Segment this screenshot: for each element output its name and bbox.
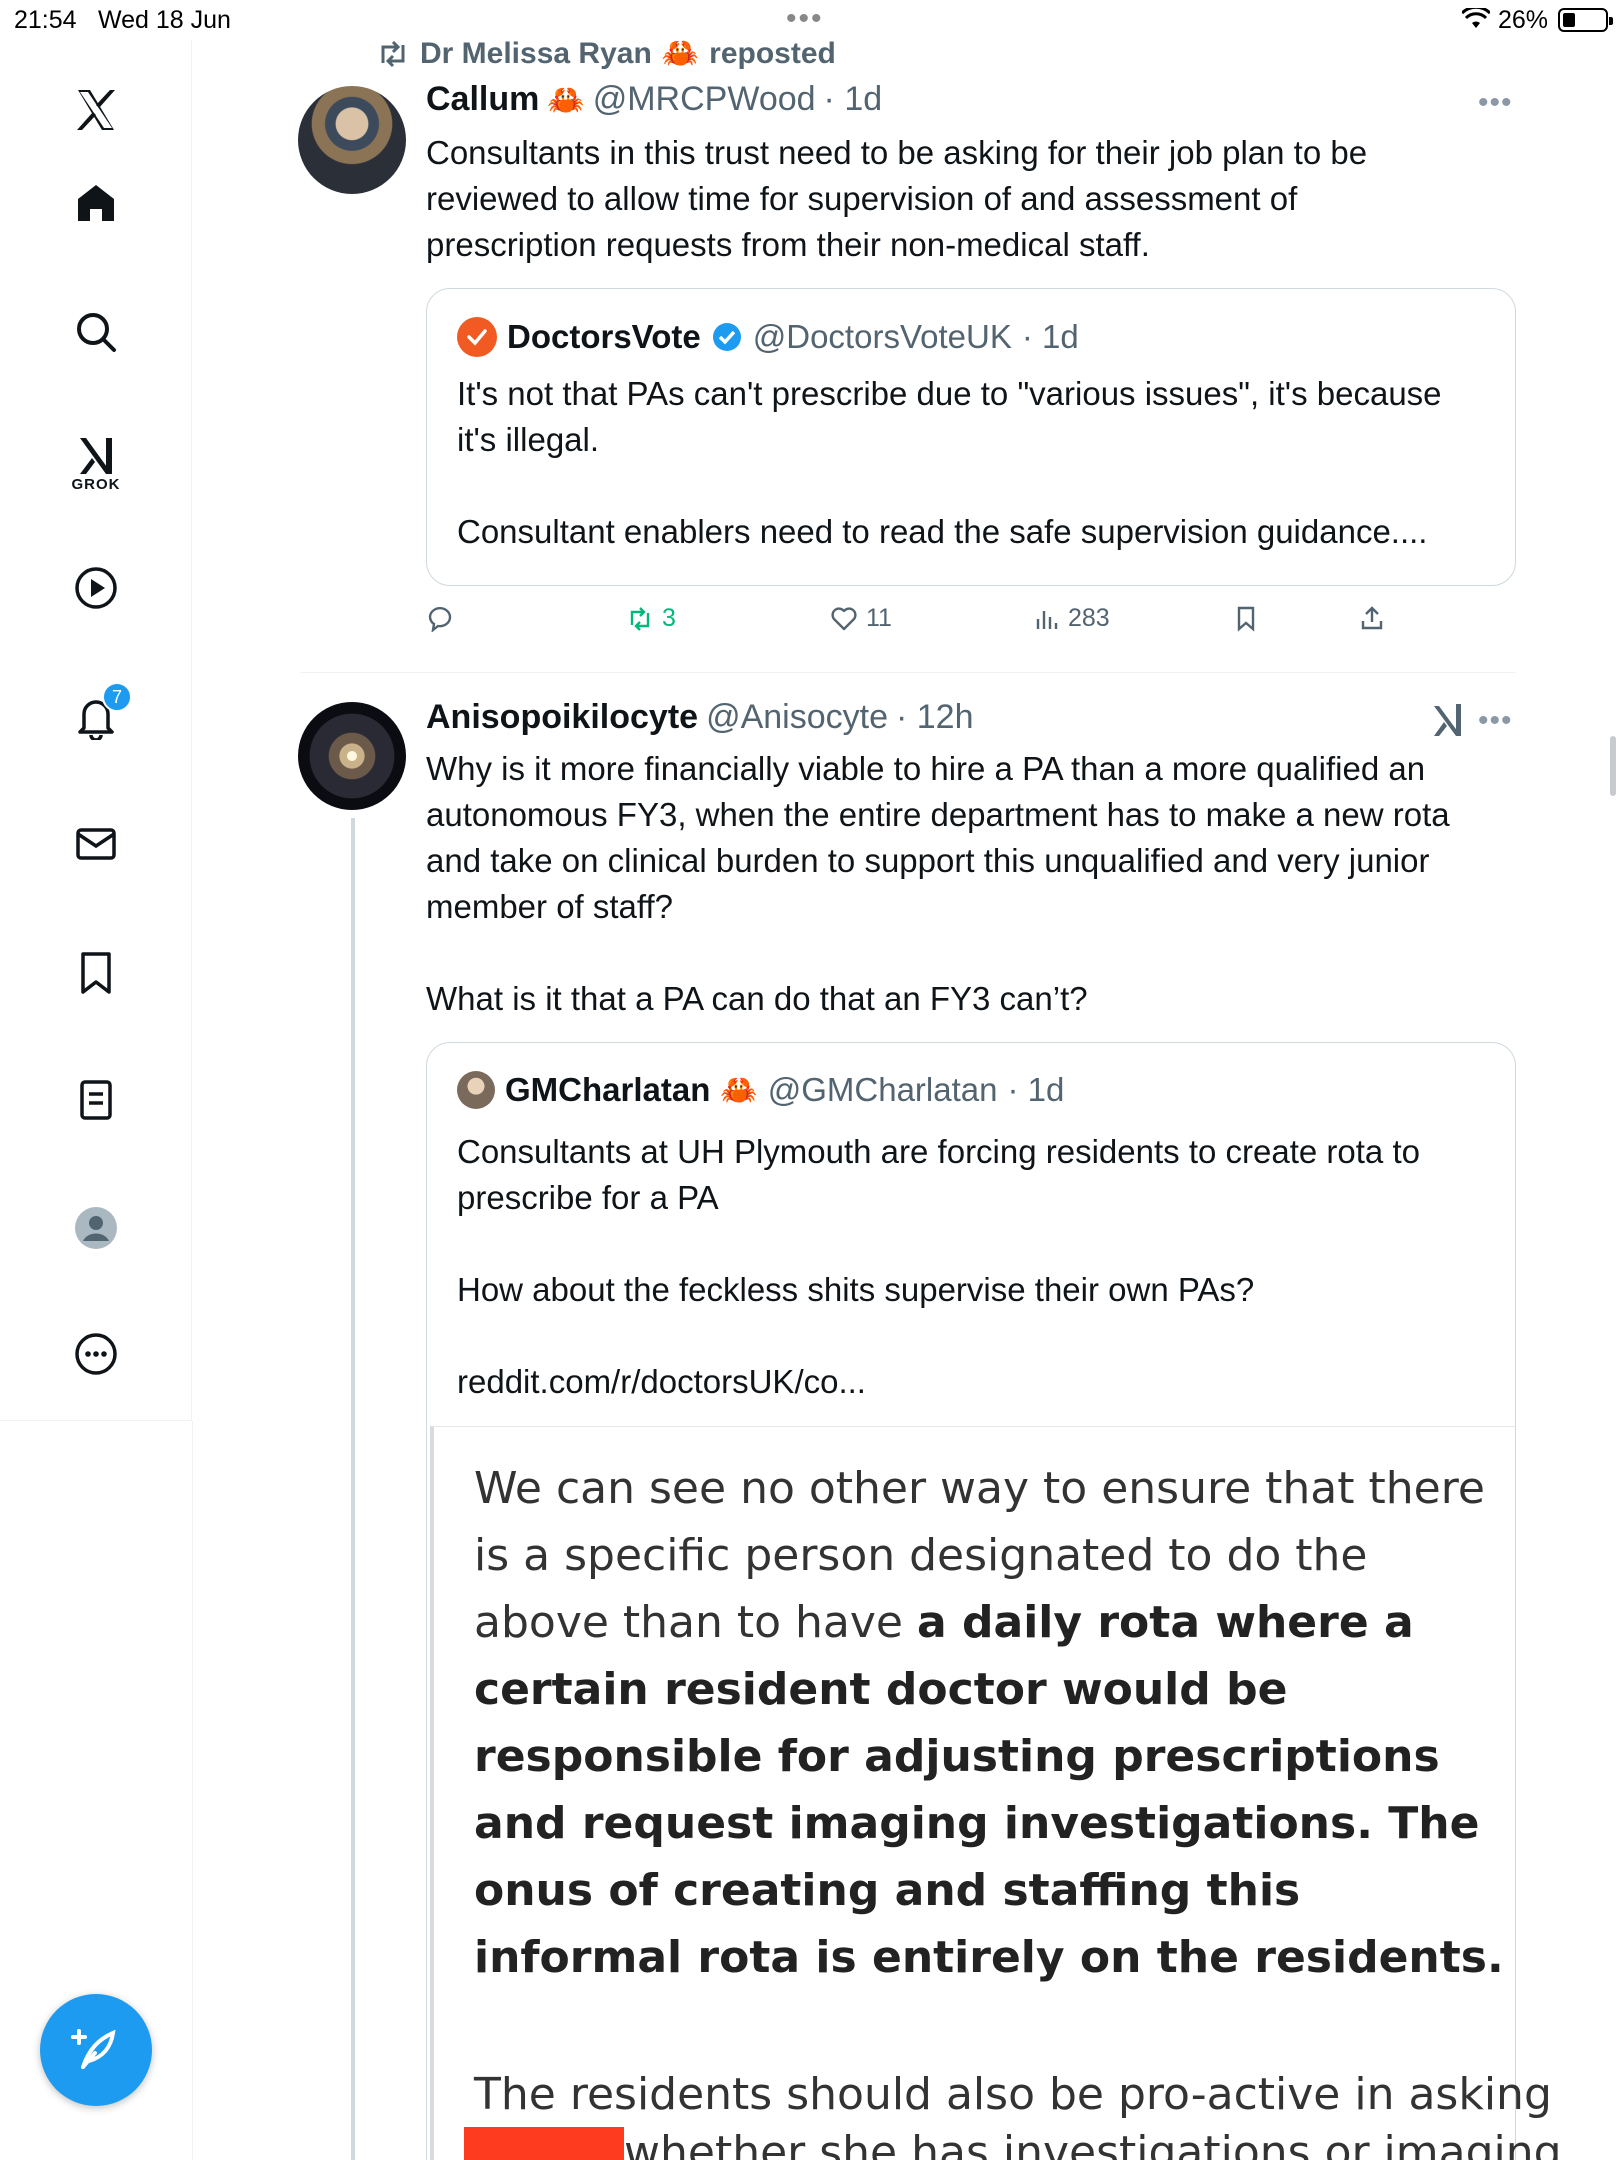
verified-badge-icon xyxy=(712,323,741,351)
like-button[interactable]: 11 xyxy=(830,604,892,633)
screenshot-text-line: whether she has investigations or imagin… xyxy=(624,2127,1562,2160)
more-options-icon[interactable]: ••• xyxy=(1478,86,1513,120)
tweet-text: Why is it more financially viable to hir… xyxy=(426,750,1450,1017)
grok-explain-icon[interactable] xyxy=(1428,700,1468,740)
quoted-screenshot-image[interactable]: We can see no other way to ensure that t… xyxy=(430,1426,1562,2160)
crab-emoji-icon: 🦀 xyxy=(547,84,585,117)
scrollbar[interactable] xyxy=(1610,736,1616,796)
repost-button[interactable]: 3 xyxy=(626,604,676,633)
post-time[interactable]: · 12h xyxy=(896,698,974,737)
quote-author-avatar xyxy=(457,1071,495,1109)
bookmark-button[interactable] xyxy=(1232,604,1260,632)
repost-icon xyxy=(381,40,405,67)
share-icon xyxy=(1361,606,1383,630)
quote-header: GMCharlatan 🦀 @GMCharlatan · 1d xyxy=(457,1071,1064,1109)
quote-text: Consultants at UH Plymouth are forcing r… xyxy=(457,1133,1420,1400)
screenshot-paragraph: We can see no other way to ensure that t… xyxy=(474,1455,1504,1991)
tweet1-actions: 3 11 283 xyxy=(426,604,1406,644)
tweet-text: Consultants in this trust need to be ask… xyxy=(426,134,1368,263)
repost-context: Dr Melissa Ryan 🦀 reposted xyxy=(376,36,836,71)
quote-text: It's not that PAs can't prescribe due to… xyxy=(457,375,1442,550)
bookmark-icon xyxy=(1237,606,1255,632)
author-name[interactable]: Callum xyxy=(426,80,539,119)
quote-author-name: GMCharlatan xyxy=(505,1071,711,1108)
thread-connector-line xyxy=(351,818,355,2160)
tweet1-header: Callum 🦀 @MRCPWood · 1d xyxy=(426,80,882,119)
views-count: 283 xyxy=(1068,604,1110,632)
quote-time: · 1d xyxy=(1007,1071,1065,1108)
tweet2-header: Anisopoikilocyte @Anisocyte · 12h xyxy=(426,698,973,737)
quote-author-name: DoctorsVote xyxy=(507,318,701,355)
crab-emoji-icon: 🦀 xyxy=(661,37,700,70)
screenshot-text-line: The residents should also be pro-active … xyxy=(474,2069,1552,2120)
quote-author-handle: @DoctorsVoteUK xyxy=(752,318,1012,355)
avatar-anisopoikilocyte[interactable] xyxy=(298,702,406,810)
quoted-post[interactable]: DoctorsVote @DoctorsVoteUK · 1d It's not… xyxy=(426,288,1516,586)
doctorsvote-logo-icon xyxy=(457,317,497,357)
screenshot-text-bold: a daily rota where a certain resident do… xyxy=(474,1597,1504,1983)
timeline: Dr Melissa Ryan 🦀 reposted Callum 🦀 @MRC… xyxy=(0,0,1620,2160)
share-button[interactable] xyxy=(1358,604,1386,632)
reposter-name[interactable]: Dr Melissa Ryan xyxy=(420,37,652,71)
quote-time: · 1d xyxy=(1021,318,1079,355)
reply-icon xyxy=(428,606,452,632)
repost-icon xyxy=(630,606,650,631)
author-name[interactable]: Anisopoikilocyte xyxy=(426,698,698,737)
avatar-callum[interactable] xyxy=(298,86,406,194)
reply-button[interactable] xyxy=(426,604,454,632)
author-handle[interactable]: @MRCPWood xyxy=(593,80,816,119)
like-count: 11 xyxy=(866,604,892,632)
author-handle[interactable]: @Anisocyte xyxy=(706,698,888,737)
repost-suffix: reposted xyxy=(709,36,836,70)
quote-author-handle: @GMCharlatan xyxy=(767,1071,998,1108)
repost-count: 3 xyxy=(662,604,676,632)
views-button[interactable]: 283 xyxy=(1032,604,1110,633)
crab-emoji-icon: 🦀 xyxy=(720,1073,758,1107)
post-time[interactable]: · 1d xyxy=(824,80,883,119)
more-options-icon[interactable]: ••• xyxy=(1478,704,1513,738)
redaction-block xyxy=(464,2127,624,2160)
post-divider xyxy=(300,672,1516,673)
quote-header: DoctorsVote @DoctorsVoteUK · 1d xyxy=(457,317,1079,357)
heart-icon xyxy=(831,606,857,630)
views-icon xyxy=(1036,610,1058,629)
